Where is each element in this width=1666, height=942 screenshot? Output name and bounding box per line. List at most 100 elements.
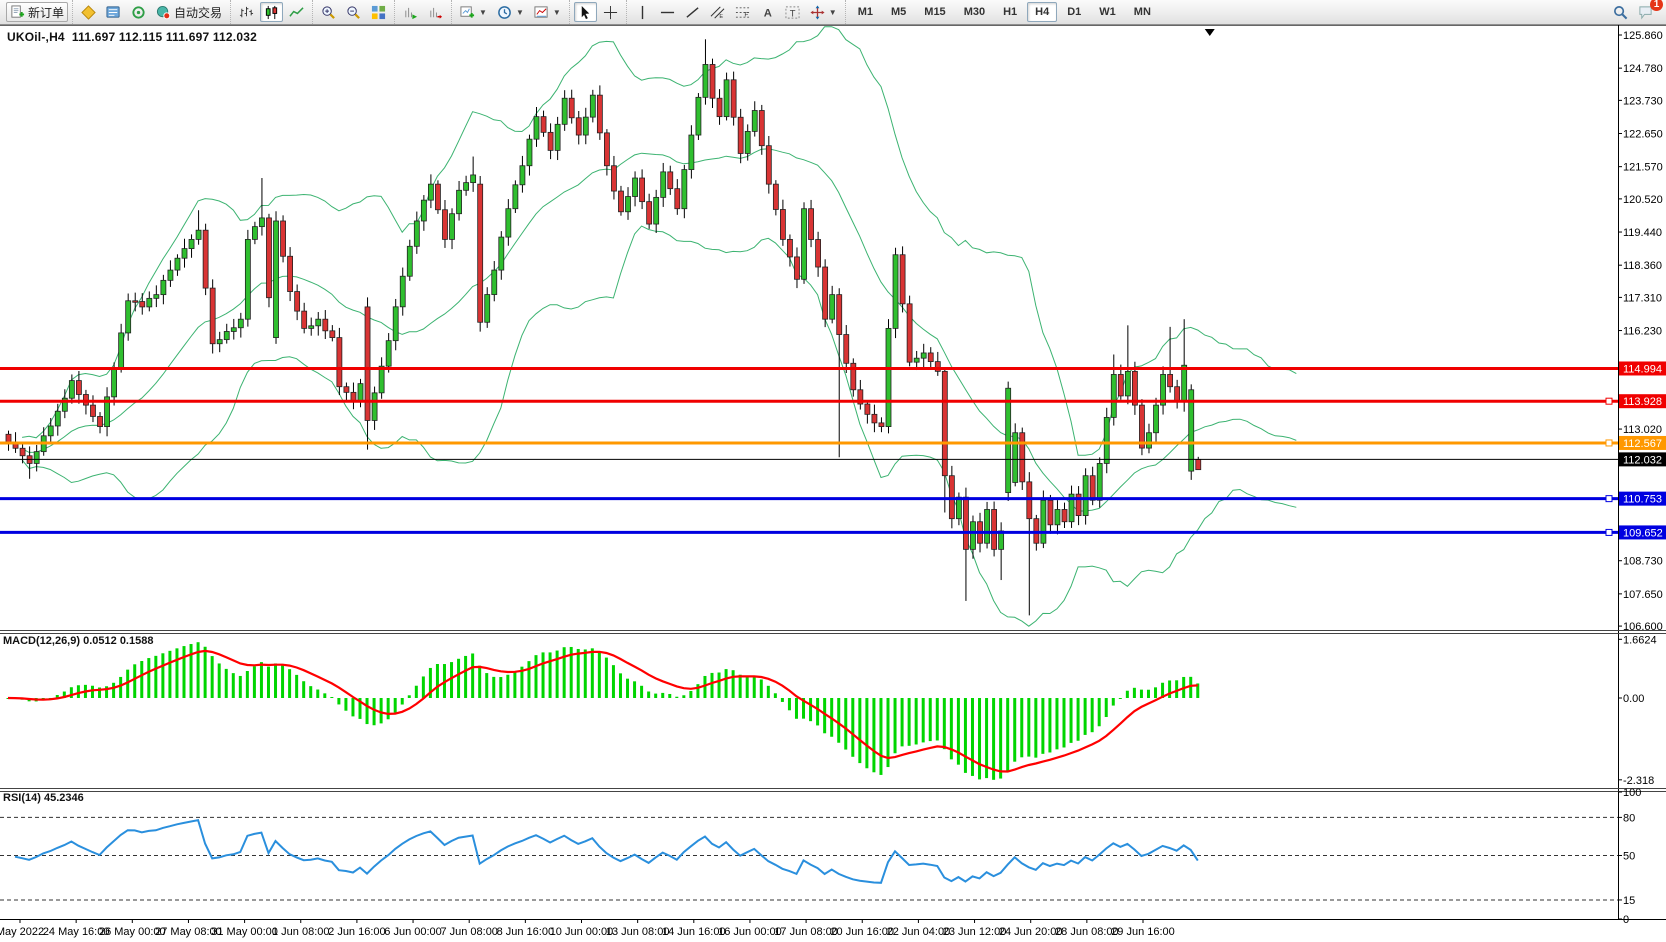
channel-button[interactable]: E [706,2,729,22]
candle-body [485,295,490,323]
candle-body [548,132,553,150]
navigator-button[interactable] [127,2,150,22]
tf-d1-button[interactable]: D1 [1059,2,1089,22]
candle-body [274,221,279,338]
tf-h4-button[interactable]: H4 [1027,2,1057,22]
candle-body [344,387,349,393]
crosshair-button[interactable] [599,2,622,22]
macd-histogram-bar [865,698,868,768]
hline-icon [660,5,675,20]
chart-ohlc-title: UKOil-,H4 111.697 112.115 111.697 112.03… [7,30,257,44]
vline-icon [635,5,650,20]
search-button[interactable] [1609,2,1632,22]
line-chart-button[interactable] [285,2,308,22]
template-icon [534,5,549,20]
tf-m1-button[interactable]: M1 [850,2,881,22]
candle-body [963,497,968,549]
candle-body [654,197,659,224]
bar-chart-button[interactable] [235,2,258,22]
text-button[interactable]: A [756,2,779,22]
candle-body [745,131,750,153]
tf-mn-button[interactable]: MN [1126,2,1159,22]
tf-h1-button[interactable]: H1 [995,2,1025,22]
vline-button[interactable] [631,2,654,22]
macd-signal-value: 0.1588 [120,635,154,647]
zoom-out-button[interactable] [342,2,365,22]
zoom-out-icon [346,5,361,20]
tile-windows-button[interactable] [367,2,390,22]
macd-histogram-bar [732,670,735,698]
candle-body [1048,500,1053,525]
label-button[interactable]: T [781,2,804,22]
macd-histogram-bar [168,651,171,698]
macd-histogram-bar [760,679,763,698]
candle-body [365,307,370,421]
macd-histogram-bar [591,648,594,698]
candlestick-button[interactable] [260,2,283,22]
time-axis-label: 28 Jun 08:00 [1055,926,1119,938]
support-line-1-handle[interactable] [1606,496,1612,502]
autotrading-button[interactable]: 自动交易 [152,2,226,22]
price-tick-label: 118.360 [1623,260,1662,272]
templates-button[interactable]: ▼ [530,2,565,22]
candle-body [907,304,912,362]
arrows-button[interactable]: ▼ [806,2,841,22]
candle-body [55,411,60,426]
resistance-line-2-handle[interactable] [1606,398,1612,404]
macd-histogram-bar [499,677,502,698]
macd-histogram-bar [1013,698,1016,762]
toolbar-group-5: ▼ ▼ ▼ [451,0,569,24]
macd-histogram-bar [739,675,742,698]
candle-body [1097,463,1102,500]
pivot-line-handle[interactable] [1606,440,1612,446]
candle-body [1006,388,1011,492]
chart-canvas[interactable]: 125.860124.780123.730122.650121.570120.5… [0,25,1666,942]
macd-histogram-bar [1055,698,1058,749]
macd-histogram-bar [612,665,615,698]
hline-button[interactable] [656,2,679,22]
candle-body [1118,374,1123,395]
auto-scroll-button[interactable] [399,2,422,22]
tf-m15-button[interactable]: M15 [916,2,953,22]
tf-m5-button[interactable]: M5 [883,2,914,22]
new-order-button-label: 新订单 [28,4,64,21]
tf-w1-button[interactable]: W1 [1091,2,1124,22]
candle-body [90,405,95,416]
tf-m30-button-label: M30 [960,6,989,18]
tf-m30-button[interactable]: M30 [956,2,993,22]
chevron-down-icon: ▼ [516,8,524,17]
periods-button[interactable]: ▼ [493,2,528,22]
svg-text:E: E [719,14,723,20]
candle-body [492,270,497,294]
candle-body [1027,482,1032,519]
support-line-2-handle[interactable] [1606,529,1612,535]
macd-signal-line [8,651,1198,772]
candle-body [48,426,53,436]
data-window-button[interactable] [102,2,125,22]
new-order-button[interactable]: 新订单 [6,2,68,22]
trendline-button[interactable] [681,2,704,22]
macd-histogram-bar [337,698,340,704]
candle-body [428,184,433,200]
zoom-in-button[interactable] [317,2,340,22]
chart-shift-button[interactable] [424,2,447,22]
candle-body [238,319,243,328]
macd-histogram-bar [1034,698,1037,758]
cursor-button[interactable] [574,2,597,22]
new-chart-button[interactable]: ▼ [456,2,491,22]
market-watch-button[interactable] [77,2,100,22]
fibonacci-button[interactable]: F [731,2,754,22]
candle-body [886,328,891,426]
candle-body [499,237,504,270]
macd-histogram-bar [584,649,587,698]
candle-body [703,64,708,97]
macd-histogram-bar [133,664,136,698]
candle-body [900,255,905,304]
shift-end-marker-icon[interactable] [1205,29,1215,36]
price-tick-label: 107.650 [1623,589,1663,601]
candle-body [724,80,729,117]
text-a-icon: A [760,5,775,20]
rsi-tick-label: 15 [1623,895,1635,907]
svg-text:T: T [789,8,795,18]
candle-body [1154,405,1159,433]
